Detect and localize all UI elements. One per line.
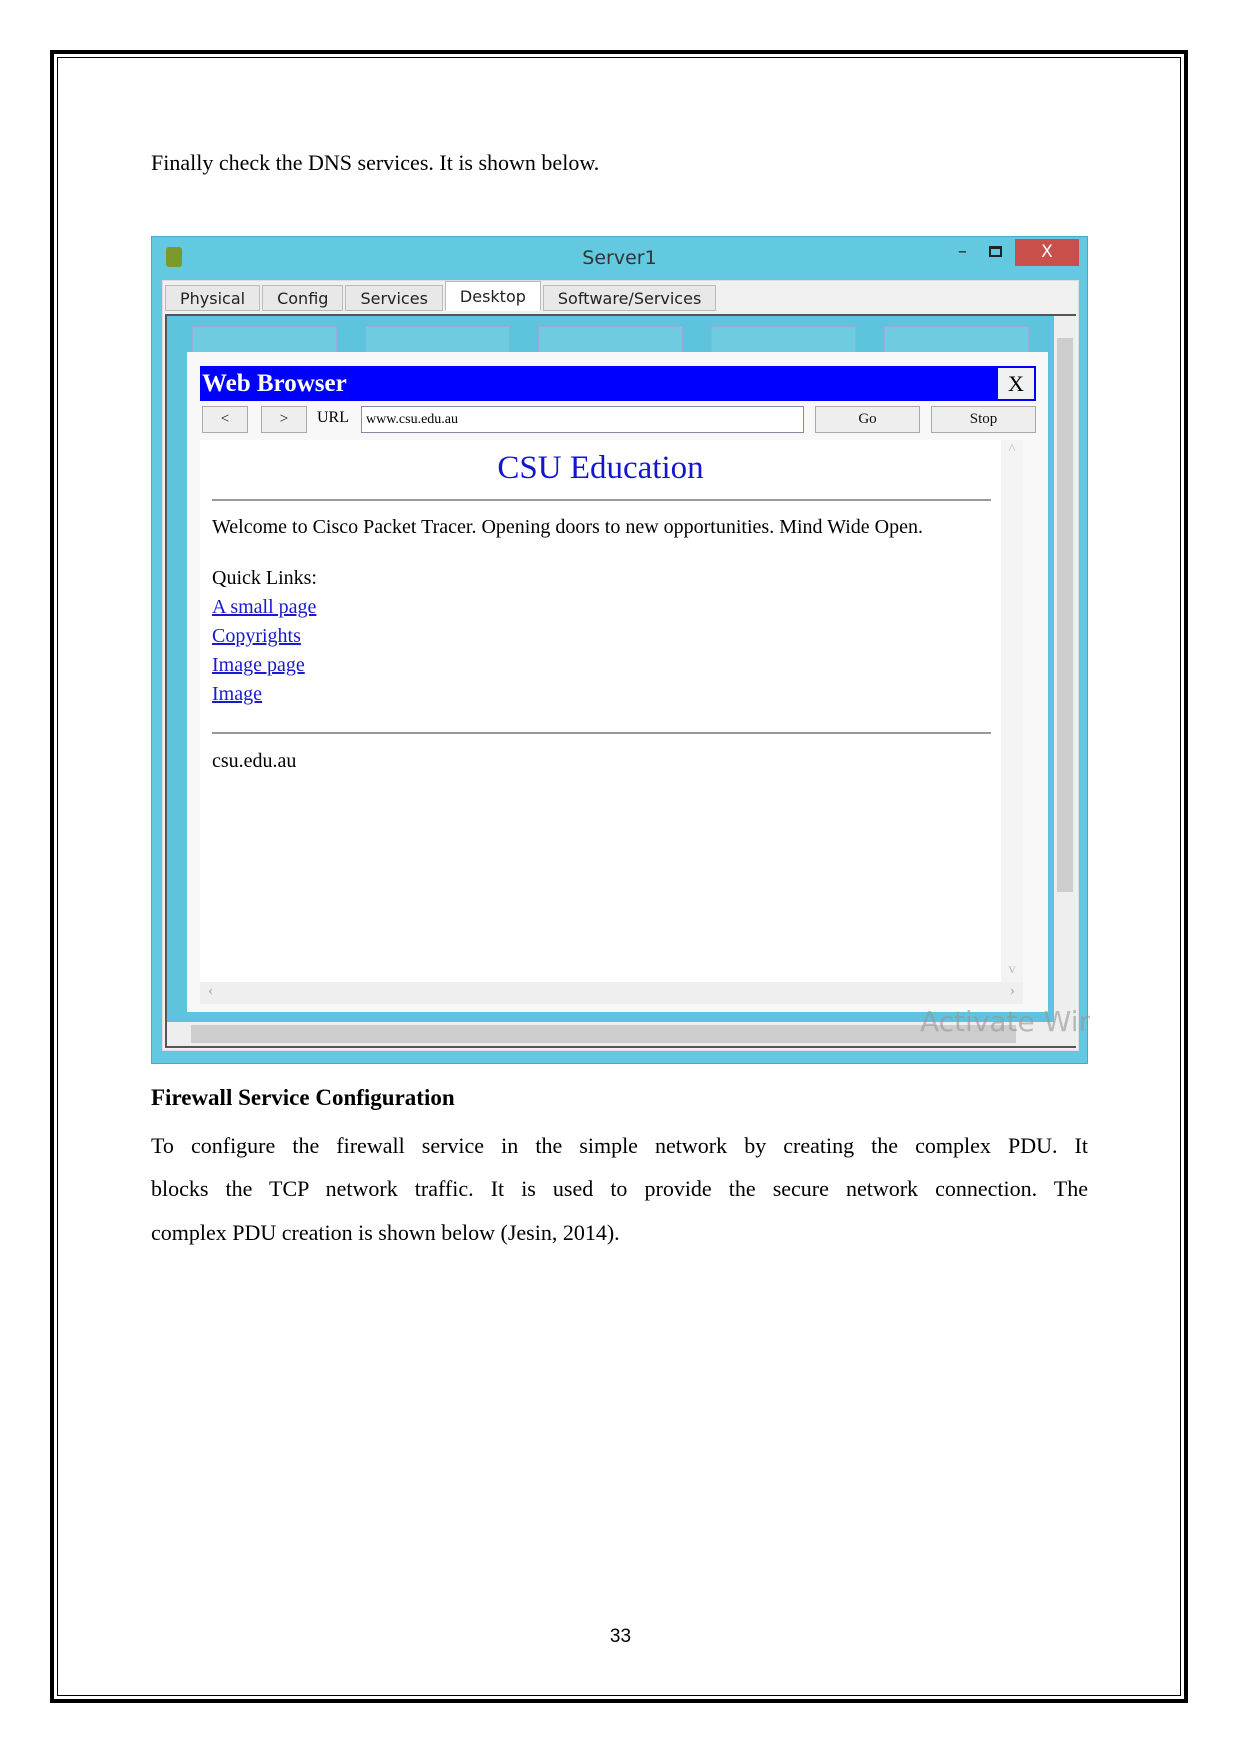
paragraph-line: blocks the TCP network traffic. It is us… [151,1176,1088,1201]
page-horizontal-scrollbar[interactable]: ‹ › [200,982,1023,1004]
footer-text: csu.edu.au [212,750,297,772]
tab-desktop[interactable]: Desktop [444,281,541,311]
page-vertical-scrollbar[interactable]: ^ v [1001,440,1023,982]
minimize-button[interactable]: – [958,241,967,262]
stop-button[interactable]: Stop [931,406,1036,433]
web-page-content: CSU Education Welcome to Cisco Packet Tr… [200,440,1001,982]
browser-close-button[interactable]: X [996,366,1036,401]
link-image[interactable]: Image [212,683,262,706]
quick-links-label: Quick Links: [212,567,317,589]
browser-title-bar: Web Browser X [200,366,1036,401]
vertical-scrollbar[interactable] [1054,316,1076,1022]
page-heading: CSU Education [497,450,704,486]
tab-software-services[interactable]: Software/Services [542,285,717,311]
maximize-button[interactable] [989,246,1002,257]
link-image-page[interactable]: Image page [212,654,305,677]
paragraph-line: complex PDU creation is shown below (Jes… [151,1220,620,1245]
intro-text: Finally check the DNS services. It is sh… [151,150,600,175]
url-label: URL [317,409,349,426]
browser-title: Web Browser [202,370,347,397]
welcome-text: Welcome to Cisco Packet Tracer. Opening … [212,516,923,538]
web-browser-panel: Web Browser X < > URL www.csu.edu.au Go … [187,352,1048,1012]
tab-bar: Physical Config Services Desktop Softwar… [165,281,718,311]
section-heading: Firewall Service Configuration [151,1085,455,1110]
title-bar: Server1 – X [152,237,1087,280]
tab-physical[interactable]: Physical [165,285,261,311]
close-button[interactable]: X [1015,239,1079,266]
url-input[interactable]: www.csu.edu.au [361,406,804,433]
divider [212,499,991,501]
link-copyrights[interactable]: Copyrights [212,625,301,648]
paragraph-line: To configure the firewall service in the… [151,1133,1088,1158]
link-small-page[interactable]: A small page [212,596,316,619]
back-button[interactable]: < [202,406,248,433]
tab-config[interactable]: Config [262,285,344,311]
activate-windows-watermark: Activate Win [920,1005,1090,1038]
divider [212,732,991,734]
tab-services[interactable]: Services [345,285,443,311]
page-number: 33 [609,1626,632,1647]
window-title: Server1 [582,247,657,269]
go-button[interactable]: Go [815,406,920,433]
forward-button[interactable]: > [261,406,307,433]
